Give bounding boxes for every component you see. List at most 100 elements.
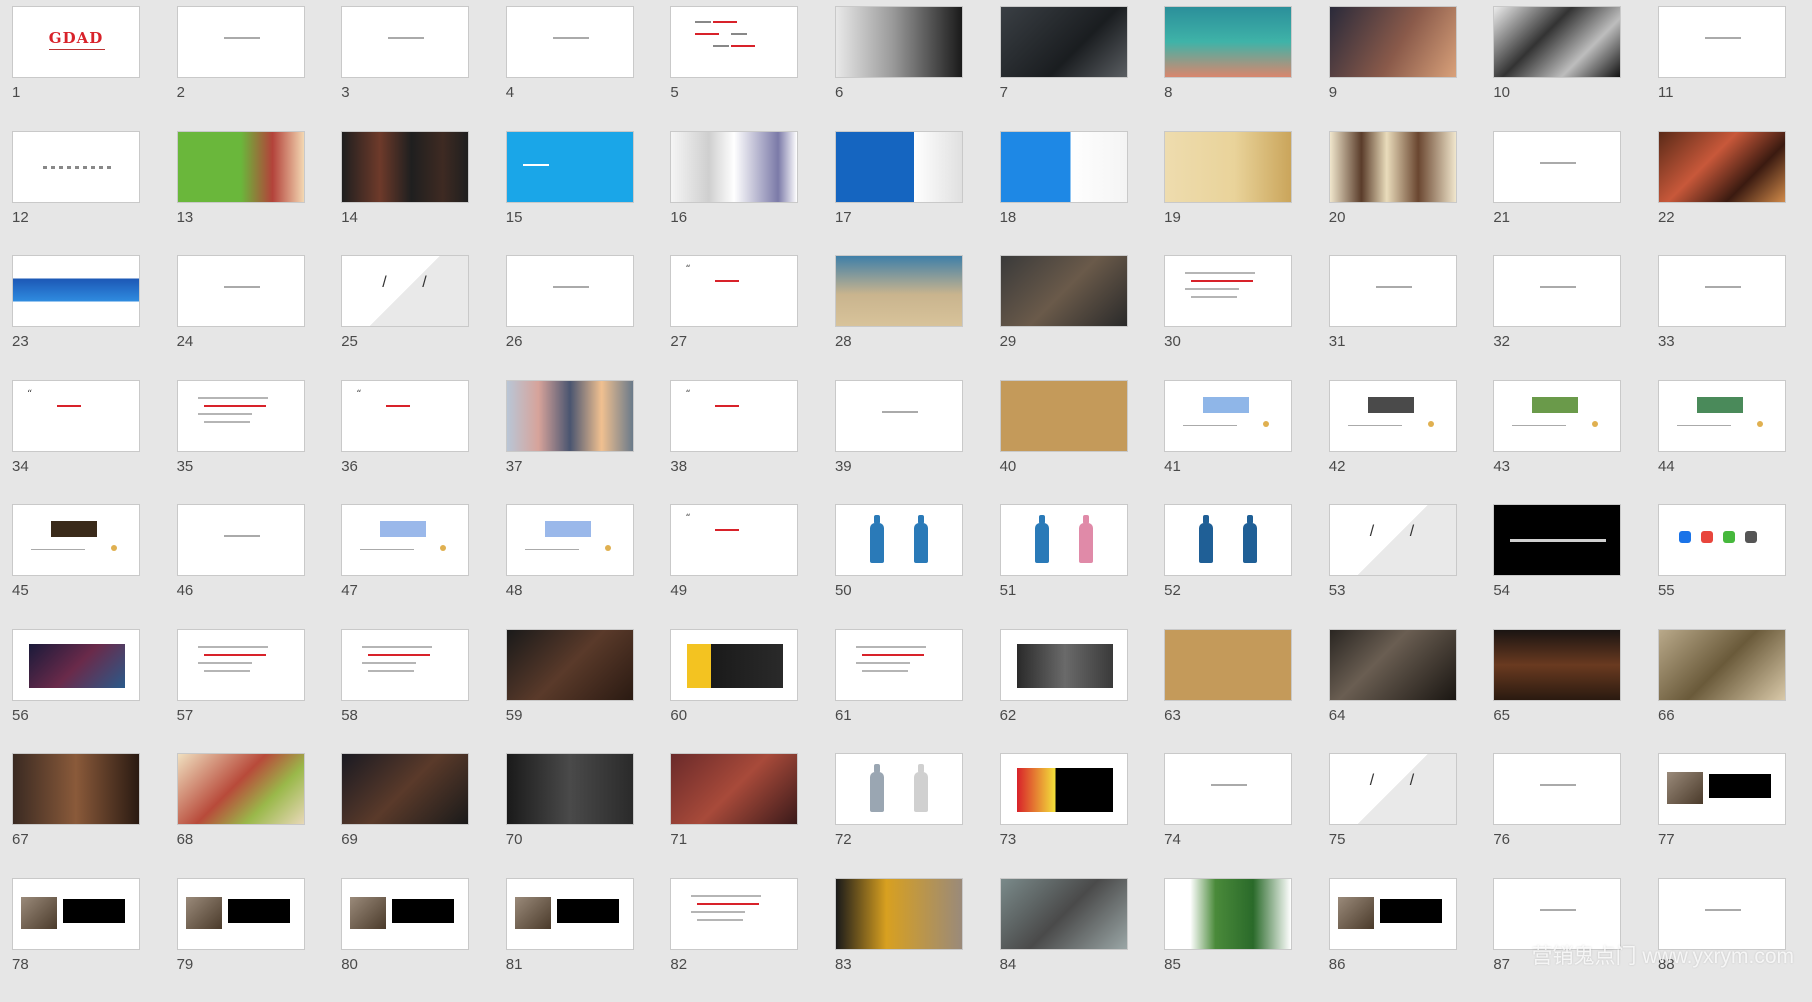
slide-cell: 61 (835, 629, 1000, 754)
slide-thumbnail[interactable] (835, 380, 963, 452)
slide-thumbnail[interactable]: GDAD (12, 6, 140, 78)
slide-thumbnail[interactable]: “ (670, 255, 798, 327)
slide-thumbnail[interactable] (1000, 380, 1128, 452)
slide-thumbnail[interactable] (12, 629, 140, 701)
slide-thumbnail[interactable] (835, 629, 963, 701)
slide-thumbnail[interactable] (341, 753, 469, 825)
slide-thumbnail[interactable] (1658, 131, 1786, 203)
slide-thumbnail[interactable] (670, 629, 798, 701)
slide-thumbnail[interactable] (1329, 629, 1457, 701)
slide-thumbnail[interactable] (341, 629, 469, 701)
slide-thumbnail[interactable]: // (341, 255, 469, 327)
slide-thumbnail[interactable] (1329, 6, 1457, 78)
slide-thumbnail[interactable] (1658, 380, 1786, 452)
slide-thumbnail[interactable] (177, 131, 305, 203)
slide-thumbnail[interactable] (1000, 6, 1128, 78)
slide-thumbnail[interactable] (1329, 878, 1457, 950)
slide-thumbnail[interactable] (12, 131, 140, 203)
slide-thumbnail[interactable] (506, 255, 634, 327)
slide-thumbnail[interactable] (1000, 878, 1128, 950)
slide-thumbnail[interactable]: // (1329, 753, 1457, 825)
slide-thumbnail[interactable] (1164, 131, 1292, 203)
slide-thumbnail[interactable] (1493, 6, 1621, 78)
slide-thumbnail[interactable] (1164, 255, 1292, 327)
slide-thumbnail[interactable] (1329, 131, 1457, 203)
slide-thumbnail[interactable] (1000, 753, 1128, 825)
slide-thumbnail[interactable] (506, 6, 634, 78)
slide-thumbnail[interactable] (835, 753, 963, 825)
slide-thumbnail[interactable] (341, 131, 469, 203)
slide-thumbnail[interactable] (341, 6, 469, 78)
slide-thumbnail[interactable]: // (1329, 504, 1457, 576)
slide-thumbnail[interactable] (177, 504, 305, 576)
slide-thumbnail[interactable] (506, 878, 634, 950)
slide-thumbnail[interactable] (1164, 504, 1292, 576)
slide-thumbnail[interactable]: “ (670, 504, 798, 576)
text-line (1510, 539, 1606, 542)
slide-thumbnail[interactable] (177, 380, 305, 452)
slide-thumbnail[interactable] (506, 753, 634, 825)
slide-thumbnail[interactable] (12, 878, 140, 950)
slide-thumbnail[interactable] (1658, 629, 1786, 701)
slide-thumbnail[interactable]: “ (670, 380, 798, 452)
slide-thumbnail[interactable] (177, 255, 305, 327)
text-line (697, 919, 743, 921)
slide-thumbnail[interactable] (835, 255, 963, 327)
slide-thumbnail[interactable] (1658, 504, 1786, 576)
slide-thumbnail[interactable] (1658, 6, 1786, 78)
slide-thumbnail[interactable] (670, 753, 798, 825)
slide-thumbnail[interactable] (1493, 504, 1621, 576)
slide-thumbnail[interactable] (1658, 753, 1786, 825)
slide-thumbnail[interactable] (1164, 878, 1292, 950)
text-line (362, 646, 432, 648)
slide-number: 76 (1493, 831, 1510, 848)
slide-thumbnail[interactable] (835, 504, 963, 576)
slide-thumbnail[interactable] (506, 629, 634, 701)
slide-cell: 70 (506, 753, 671, 878)
slide-thumbnail[interactable] (341, 878, 469, 950)
slide-thumbnail[interactable] (835, 131, 963, 203)
slide-thumbnail[interactable] (1000, 504, 1128, 576)
slide-thumbnail[interactable] (1658, 878, 1786, 950)
slide-thumbnail[interactable]: “ (12, 380, 140, 452)
slide-thumbnail[interactable] (1164, 753, 1292, 825)
slide-thumbnail[interactable] (1493, 131, 1621, 203)
slide-thumbnail[interactable] (1658, 255, 1786, 327)
slide-thumbnail[interactable] (506, 380, 634, 452)
slide-thumbnail[interactable] (1000, 629, 1128, 701)
slide-thumbnail[interactable] (1164, 380, 1292, 452)
slide-thumbnail[interactable] (177, 753, 305, 825)
slide-thumbnail[interactable] (12, 753, 140, 825)
slide-thumbnail[interactable] (12, 255, 140, 327)
slide-thumbnail[interactable] (1164, 6, 1292, 78)
slide-thumbnail[interactable] (1493, 380, 1621, 452)
slide-cell: 22 (1658, 131, 1812, 256)
slide-thumbnail[interactable] (670, 131, 798, 203)
slide-thumbnail[interactable] (1329, 255, 1457, 327)
slide-thumbnail[interactable] (1493, 753, 1621, 825)
slide-thumbnail[interactable] (1164, 629, 1292, 701)
slide-thumbnail[interactable]: “ (341, 380, 469, 452)
slide-cell: “38 (670, 380, 835, 505)
slide-thumbnail[interactable] (1000, 131, 1128, 203)
slide-thumbnail[interactable] (341, 504, 469, 576)
slide-thumbnail[interactable] (1493, 629, 1621, 701)
slide-thumbnail[interactable] (835, 6, 963, 78)
slide-thumbnail[interactable] (670, 878, 798, 950)
slide-thumbnail[interactable] (177, 878, 305, 950)
slide-thumbnail[interactable] (177, 629, 305, 701)
slide-thumbnail[interactable] (1493, 255, 1621, 327)
slide-number: 65 (1493, 707, 1510, 724)
slide-thumbnail[interactable] (1329, 380, 1457, 452)
slide-thumbnail[interactable] (1493, 878, 1621, 950)
slide-thumbnail[interactable] (506, 504, 634, 576)
slide-thumbnail[interactable] (506, 131, 634, 203)
slide-thumbnail[interactable] (835, 878, 963, 950)
slide-number: 69 (341, 831, 358, 848)
text-line (695, 33, 719, 35)
slide-cell: 31 (1329, 255, 1494, 380)
slide-thumbnail[interactable] (12, 504, 140, 576)
slide-thumbnail[interactable] (177, 6, 305, 78)
slide-thumbnail[interactable] (1000, 255, 1128, 327)
slide-thumbnail[interactable] (670, 6, 798, 78)
